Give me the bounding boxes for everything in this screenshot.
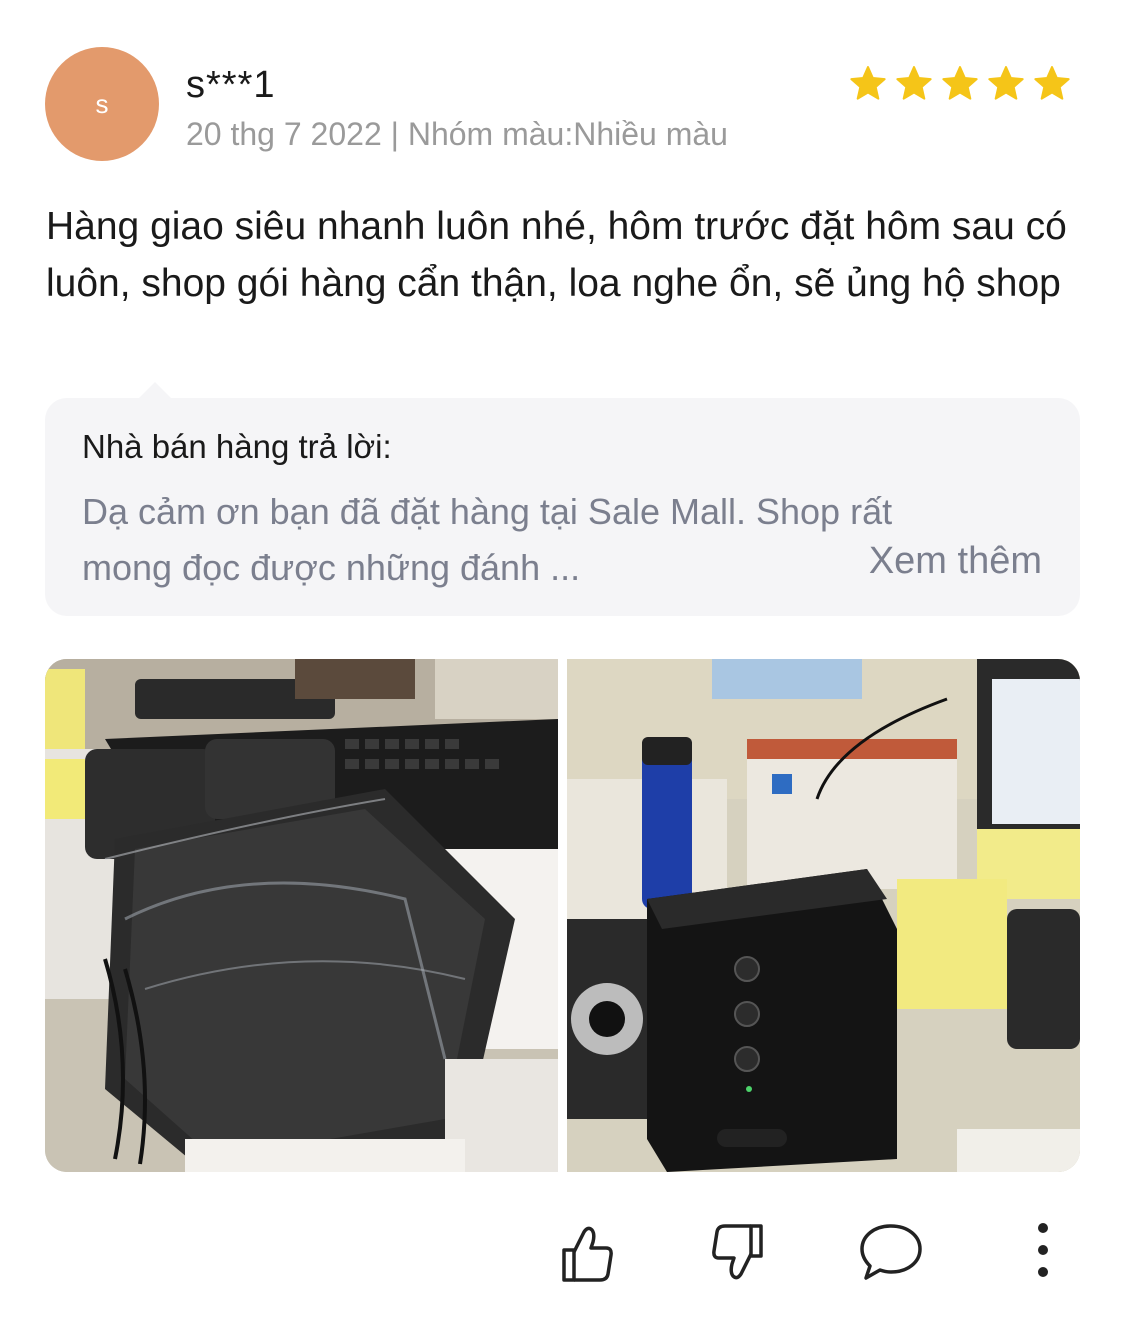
avatar-initial: s [95, 88, 109, 119]
reviewer-name: s***1 [186, 64, 276, 106]
more-options-button[interactable] [1008, 1218, 1078, 1288]
comment-button[interactable] [856, 1218, 926, 1288]
review-actions [0, 1218, 1125, 1288]
more-vertical-icon [1038, 1223, 1048, 1277]
review-text: Hàng giao siêu nhanh luôn nhé, hôm trước… [46, 205, 1067, 305]
seller-reply: Nhà bán hàng trả lời: Dạ cảm ơn bạn đã đ… [45, 382, 1080, 616]
wrapped-speakers-photo [45, 659, 558, 1172]
review-photo-2[interactable] [567, 659, 1080, 1172]
comment-icon [860, 1224, 922, 1280]
seller-reply-title: Nhà bán hàng trả lời: [82, 428, 392, 465]
review-card: s s***1 20 thg 7 2022 | Nhóm màu:Nhiều m… [0, 0, 1125, 1342]
star-rating [848, 64, 1072, 104]
thumbs-up-icon [562, 1226, 613, 1282]
seller-reply-line-1: Dạ cảm ơn bạn đã đặt hàng tại Sale Mall.… [82, 491, 893, 532]
review-meta: 20 thg 7 2022 | Nhóm màu:Nhiều màu [186, 116, 728, 152]
review-photo-1[interactable] [45, 659, 558, 1172]
see-more-link[interactable]: Xem thêm [869, 540, 1042, 583]
like-button[interactable] [552, 1218, 622, 1288]
dislike-button[interactable] [703, 1218, 773, 1288]
avatar[interactable]: s [45, 47, 159, 161]
star-icon [896, 66, 932, 100]
star-icon [850, 66, 886, 100]
thumbs-down-icon [712, 1224, 763, 1280]
black-speaker-photo [567, 659, 1080, 1172]
star-icon [988, 66, 1024, 100]
star-icon [942, 66, 978, 100]
star-icon [1034, 66, 1070, 100]
